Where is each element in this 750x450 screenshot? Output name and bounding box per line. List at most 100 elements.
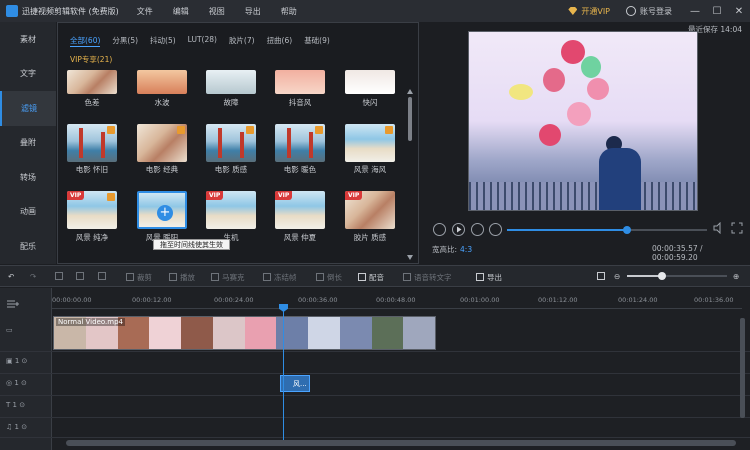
progress-knob[interactable] [623, 226, 631, 234]
aspect-ratio[interactable]: 宽高比: 4:3 [432, 244, 472, 255]
filter-track-controls[interactable]: ◎ 1 ⊙ [6, 379, 27, 387]
tab-basic[interactable]: 基础(9) [304, 35, 330, 47]
filter-thumb[interactable] [137, 124, 187, 162]
speech-to-text-button[interactable]: 语音转文字 [403, 272, 452, 283]
video-preview[interactable] [468, 31, 698, 211]
menu-view[interactable]: 视图 [209, 6, 225, 17]
sidebar-item-text[interactable]: 文字 [0, 57, 56, 92]
login-label: 账号登录 [640, 6, 672, 16]
filter-thumb[interactable] [206, 70, 256, 94]
tick-label: 00:00:36.00 [298, 296, 338, 304]
stop-button[interactable] [489, 223, 502, 236]
edit-icon[interactable] [55, 272, 66, 281]
filter-label: 风景 仲夏 [283, 233, 317, 242]
sidebar-item-media[interactable]: 素材 [0, 22, 56, 57]
filter-thumb[interactable] [275, 124, 325, 162]
timeline-horizontal-scrollbar[interactable] [66, 440, 736, 446]
play-icon [457, 226, 462, 233]
title-actions: 开通VIP 账号登录 — ☐ ✕ [568, 0, 750, 22]
filter-clip[interactable]: 风... [280, 375, 310, 392]
filter-label: 水波 [154, 98, 170, 107]
filter-thumb[interactable] [206, 124, 256, 162]
filter-thumb[interactable] [345, 70, 395, 94]
filter-thumb[interactable] [67, 124, 117, 162]
add-track-icon[interactable] [7, 300, 19, 308]
filter-thumb[interactable] [345, 124, 395, 162]
balloon [543, 68, 565, 92]
tab-split[interactable]: 分黑(5) [112, 35, 138, 47]
fit-icon[interactable] [597, 272, 608, 281]
speed-icon [169, 273, 177, 281]
scroll-down-icon[interactable] [407, 255, 413, 260]
clip-frame [308, 317, 340, 349]
split-icon[interactable] [98, 272, 109, 281]
minimize-button[interactable]: — [684, 6, 706, 17]
sidebar-item-filters[interactable]: 滤镜 [0, 91, 56, 126]
fullscreen-icon[interactable] [731, 222, 743, 234]
dub-button[interactable]: 配音 [358, 272, 384, 283]
menu-file[interactable]: 文件 [137, 6, 153, 17]
app-window: 迅捷视频剪辑软件 (免费版) 文件 编辑 视图 导出 帮助 开通VIP 账号登录… [0, 0, 750, 450]
sidebar-item-overlay[interactable]: 叠附 [0, 126, 56, 161]
download-icon [177, 126, 185, 134]
filter-thumb[interactable] [275, 70, 325, 94]
sidebar-item-music[interactable]: 配乐 [0, 229, 56, 264]
filter-thumb[interactable]: VIP [67, 191, 117, 229]
mosaic-button[interactable]: 马赛克 [211, 272, 245, 283]
sidebar-item-transition[interactable]: 转场 [0, 160, 56, 195]
vip-label: 开通VIP [581, 6, 610, 16]
tab-distort[interactable]: 扭曲(6) [267, 35, 293, 47]
filter-thumb-selected[interactable]: + [137, 191, 187, 229]
undo-icon[interactable]: ↶ [8, 272, 14, 281]
zoom-slider[interactable] [627, 272, 727, 280]
countdown-button[interactable]: 倒长 [316, 272, 342, 283]
time-ruler[interactable]: 00:00:00.00 00:00:12.00 00:00:24.00 00:0… [52, 296, 750, 308]
download-icon [107, 126, 115, 134]
add-filter-icon[interactable]: + [157, 205, 173, 221]
crop-button[interactable]: 裁剪 [126, 272, 152, 283]
download-icon [385, 126, 393, 134]
playback-progress[interactable] [507, 226, 707, 234]
download-icon [315, 126, 323, 134]
filter-thumb[interactable]: VIP [345, 191, 395, 229]
filter-thumb[interactable]: VIP [206, 191, 256, 229]
prev-frame-button[interactable] [433, 223, 446, 236]
timeline-vertical-scrollbar[interactable] [740, 318, 745, 418]
play-button[interactable] [452, 223, 465, 236]
menu-help[interactable]: 帮助 [281, 6, 297, 17]
export-button[interactable]: 导出 [476, 272, 502, 283]
clip-frame [244, 317, 277, 349]
text-track-controls[interactable]: T 1 ⊙ [6, 401, 25, 409]
scroll-up-icon[interactable] [407, 89, 413, 94]
filter-thumb[interactable] [137, 70, 187, 94]
login-button[interactable]: 账号登录 [626, 6, 672, 17]
freeze-frame-button[interactable]: 冻结帧 [263, 272, 297, 283]
next-frame-button[interactable] [471, 223, 484, 236]
filter-thumb[interactable] [67, 70, 117, 94]
vip-button[interactable]: 开通VIP [568, 6, 610, 17]
close-button[interactable]: ✕ [728, 6, 750, 17]
zoom-knob[interactable] [658, 272, 666, 280]
clip-frame [339, 317, 372, 349]
volume-icon[interactable] [713, 221, 725, 235]
tab-shake[interactable]: 抖动(5) [150, 35, 176, 47]
playhead[interactable] [283, 306, 284, 446]
tab-lut[interactable]: LUT(28) [188, 35, 217, 47]
sidebar-item-animation[interactable]: 动画 [0, 195, 56, 230]
playhead-handle[interactable] [279, 304, 288, 312]
menu-edit[interactable]: 编辑 [173, 6, 189, 17]
tab-all[interactable]: 全部(60) [70, 35, 101, 47]
pip-track-controls[interactable]: ▣ 1 ⊙ [6, 357, 27, 365]
maximize-button[interactable]: ☐ [706, 6, 728, 17]
tab-film[interactable]: 胶片(7) [229, 35, 255, 47]
music-track-controls[interactable]: ♫ 1 ⊙ [6, 423, 27, 431]
speed-button[interactable]: 播放 [169, 272, 195, 283]
zoom-in-icon[interactable]: ⊕ [733, 272, 739, 281]
redo-icon[interactable]: ↷ [30, 272, 36, 281]
delete-icon[interactable] [76, 272, 87, 281]
zoom-out-icon[interactable]: ⊖ [614, 272, 620, 281]
vip-section-label: VIP专享(21) [70, 55, 113, 64]
menu-export[interactable]: 导出 [245, 6, 261, 17]
filter-scrollbar[interactable] [408, 97, 412, 141]
filter-thumb[interactable]: VIP [275, 191, 325, 229]
